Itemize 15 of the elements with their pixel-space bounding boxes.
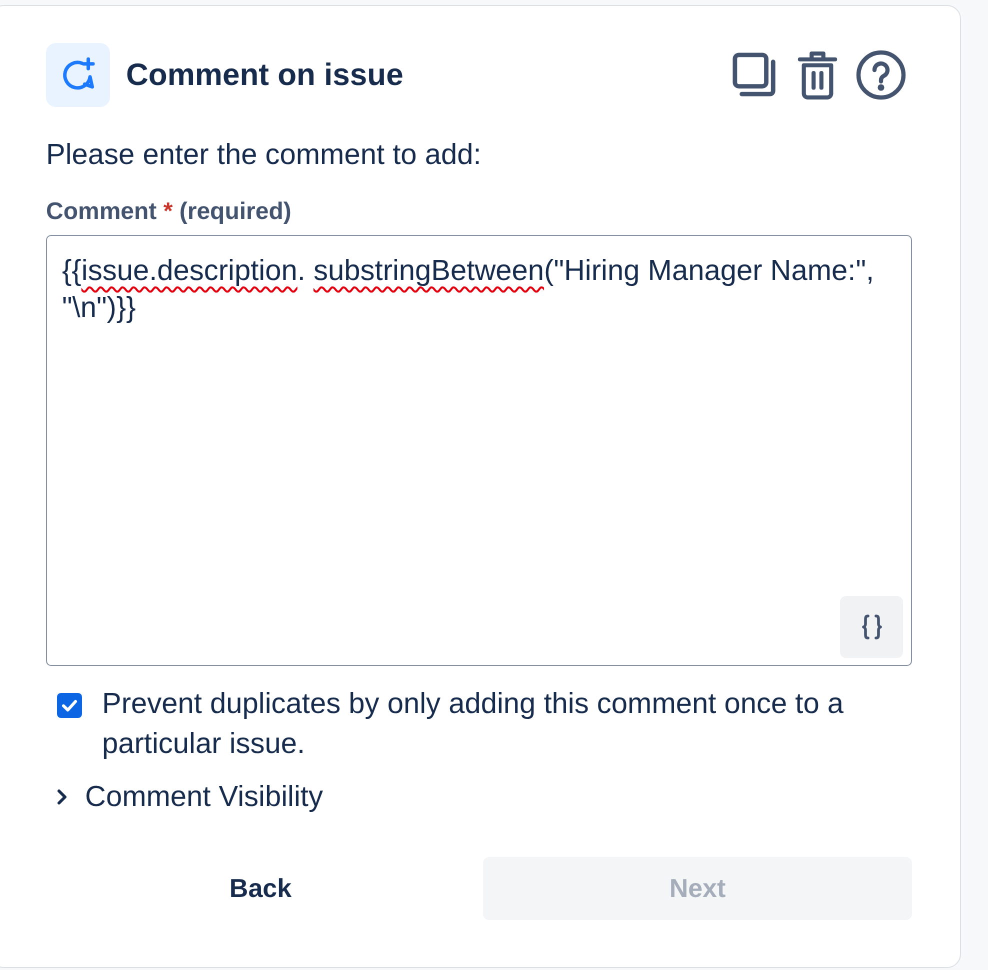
instruction-text: Please enter the comment to add: xyxy=(46,138,482,173)
help-icon xyxy=(856,50,906,100)
checkbox[interactable] xyxy=(57,693,82,718)
visibility-toggle[interactable]: Comment Visibility xyxy=(46,777,323,817)
comment-label: Comment * (required) xyxy=(46,197,292,227)
checkbox-label: Prevent duplicates by only adding this comment once to a particular issue. xyxy=(102,687,845,762)
braces-icon xyxy=(862,614,882,640)
dialog-title: Comment on issue xyxy=(126,56,404,94)
comment-field[interactable]: {{issue.description. substringBetween("Hiring Manager Name:", "\n")}} xyxy=(46,235,912,666)
chat-plus-icon xyxy=(46,43,110,107)
trash-icon xyxy=(797,50,838,100)
delete-button[interactable] xyxy=(797,50,838,100)
braces-button[interactable] xyxy=(840,596,903,658)
help-button[interactable] xyxy=(856,50,906,100)
back-button[interactable]: Back xyxy=(46,857,475,920)
